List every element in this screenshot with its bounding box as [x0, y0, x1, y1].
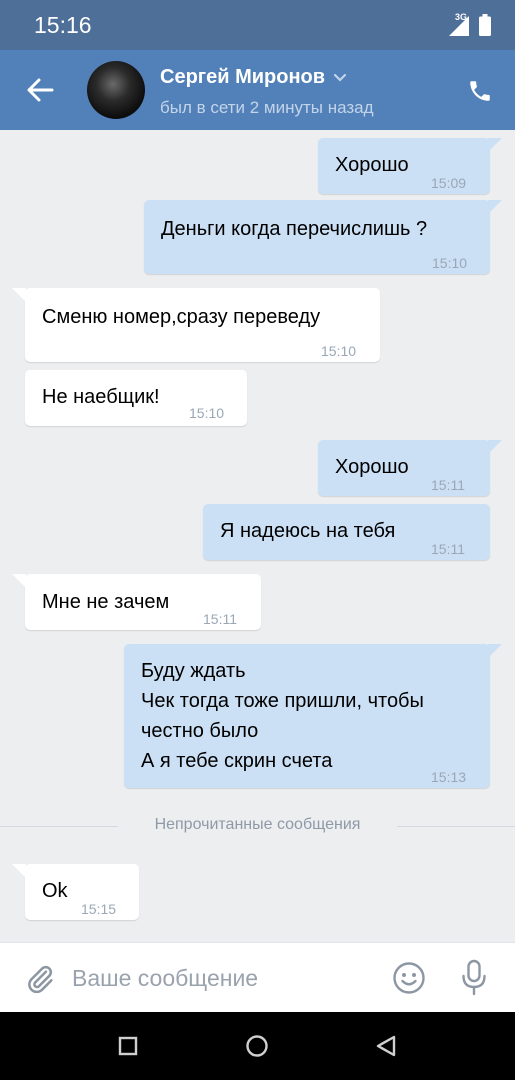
message-bubble-outgoing[interactable]: Я надеюсь на тебя 15:11 [203, 504, 490, 560]
message-time: 15:09 [431, 175, 467, 191]
message-text: Сменю номер,сразу переведу [42, 306, 321, 328]
contact-name[interactable]: Сергей Миронов [160, 66, 347, 89]
chat-header: Сергей Миронов был в сети 2 минуты назад [0, 50, 515, 130]
unread-divider-label: Непрочитанные сообщения [154, 816, 361, 833]
message-text: Я надеюсь на тебя [220, 520, 396, 542]
battery-icon [479, 14, 491, 36]
circle-icon [246, 1035, 268, 1057]
message-time: 15:11 [203, 611, 237, 627]
arrow-left-icon [27, 78, 54, 102]
paperclip-icon [28, 965, 53, 994]
status-bar: 15:16 3G [0, 0, 515, 50]
bubble-tail [488, 644, 502, 658]
message-list[interactable]: Хорошо 15:09 Деньги когда перечислишь ? … [0, 130, 515, 942]
recents-button[interactable] [114, 1032, 142, 1060]
signal-icon [449, 16, 469, 36]
phone-icon [470, 81, 490, 101]
message-bubble-outgoing[interactable]: Хорошо 15:11 [318, 440, 490, 496]
contact-name-label: Сергей Миронов [160, 66, 326, 88]
message-bubble-incoming[interactable]: Мне не зачем 15:11 [25, 574, 261, 630]
status-icons [449, 14, 491, 36]
message-bubble-incoming[interactable]: Ok 15:15 [25, 864, 139, 920]
home-button[interactable] [243, 1032, 271, 1060]
call-button[interactable] [463, 74, 497, 108]
divider-line [397, 826, 515, 827]
chevron-down-icon [333, 73, 347, 82]
microphone-button[interactable] [455, 957, 493, 999]
bubble-tail [12, 574, 26, 588]
unread-divider: Непрочитанные сообщения [0, 816, 515, 836]
message-composer [0, 942, 515, 1012]
smiley-icon [393, 962, 425, 994]
message-time: 15:15 [81, 901, 117, 917]
system-nav-bar [0, 1012, 515, 1080]
message-time: 15:11 [431, 541, 465, 557]
status-time: 15:16 [34, 12, 92, 38]
avatar[interactable] [87, 61, 145, 119]
square-icon [118, 1036, 138, 1056]
back-button[interactable] [20, 72, 60, 108]
message-bubble-outgoing[interactable]: Буду ждать Чек тогда тоже пришли, чтобы … [124, 644, 490, 788]
message-text: Мне не зачем [42, 591, 170, 613]
message-text: Хорошо [335, 456, 409, 478]
bubble-tail [12, 864, 26, 878]
message-bubble-outgoing[interactable]: Хорошо 15:09 [318, 138, 490, 194]
message-text: Хорошо [335, 154, 409, 176]
message-time: 15:10 [432, 255, 468, 271]
microphone-icon [462, 959, 486, 996]
bubble-tail [488, 440, 502, 454]
message-text: Деньги когда перечислишь ? [161, 218, 428, 240]
message-text: Буду ждать Чек тогда тоже пришли, чтобы … [141, 660, 424, 772]
message-text: Ok [42, 880, 68, 902]
message-input[interactable] [72, 957, 372, 999]
message-time: 15:10 [321, 343, 357, 359]
bubble-tail [12, 288, 26, 302]
message-text: Не наебщик! [42, 386, 160, 408]
message-time: 15:10 [189, 405, 225, 421]
bubble-tail [488, 138, 502, 152]
triangle-back-icon [376, 1035, 396, 1057]
message-time: 15:13 [431, 769, 467, 785]
back-nav-button[interactable] [372, 1032, 400, 1060]
contact-status: был в сети 2 минуты назад [160, 98, 374, 117]
message-bubble-incoming[interactable]: Сменю номер,сразу переведу 15:10 [25, 288, 380, 362]
attach-button[interactable] [20, 959, 60, 999]
emoji-button[interactable] [390, 959, 428, 997]
bubble-tail [488, 200, 502, 214]
message-time: 15:11 [431, 477, 465, 493]
message-bubble-incoming[interactable]: Не наебщик! 15:10 [25, 370, 247, 426]
message-bubble-outgoing[interactable]: Деньги когда перечислишь ? 15:10 [144, 200, 490, 274]
